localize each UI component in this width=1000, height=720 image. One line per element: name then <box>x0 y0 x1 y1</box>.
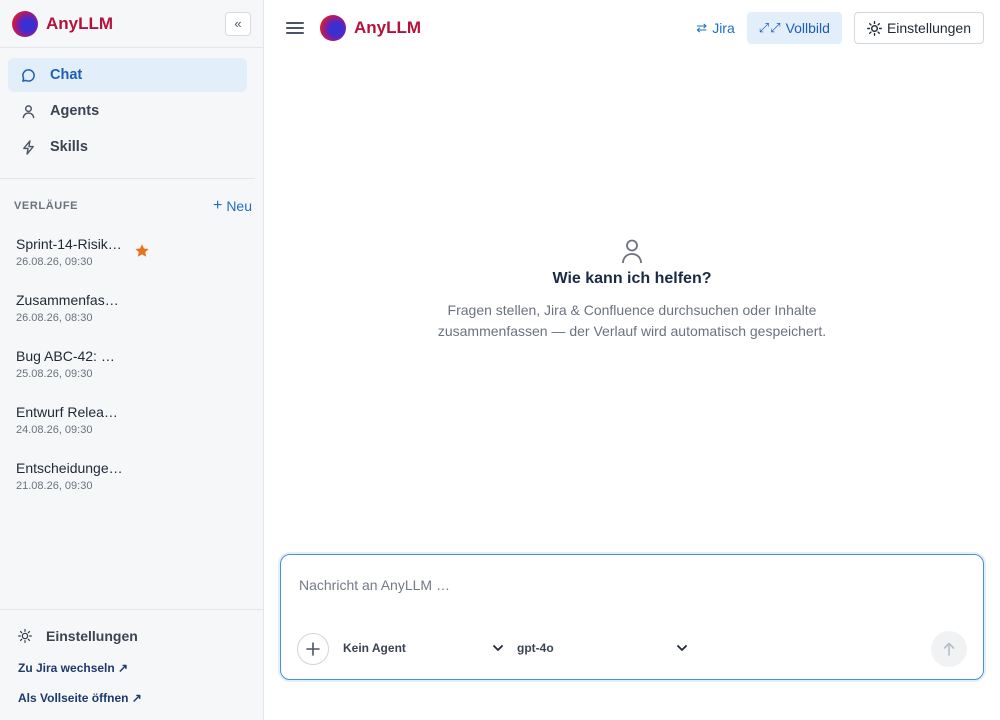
arrow-up-icon <box>943 642 955 656</box>
history-header: VERLÄUFE + Neu <box>0 179 263 215</box>
switch-to-jira-link[interactable]: Zu Jira wechseln ↗ <box>18 661 247 675</box>
sidebar-item-label: Agents <box>50 103 100 119</box>
topbar-actions: ⇄ Jira ⤢⤢ Vollbild Einstellungen <box>696 12 984 44</box>
history-item-title: Entwurf Relea… <box>16 404 118 420</box>
history-item-date: 26.08.26, 09:30 <box>16 256 93 268</box>
sidebar-header: AnyLLM « <box>0 0 263 48</box>
history-item[interactable]: Sprint-14-Risik… 26.08.26, 09:30 <box>0 229 263 285</box>
sidebar-settings-button[interactable]: Einstellungen <box>18 624 247 648</box>
gear-icon <box>18 629 32 643</box>
menu-icon[interactable] <box>286 22 304 34</box>
agent-select[interactable]: Kein Agent <box>343 641 503 655</box>
agent-select-value: Kein Agent <box>343 641 406 655</box>
main-area: AnyLLM ⇄ Jira ⤢⤢ Vollbild Einstellungen … <box>264 0 1000 720</box>
model-select-value: gpt-4o <box>517 641 554 655</box>
lightning-icon <box>20 139 36 155</box>
history-item[interactable]: Zusammenfas… 26.08.26, 08:30 <box>0 285 263 341</box>
fullscreen-label: Vollbild <box>785 20 830 36</box>
new-chat-button[interactable]: + Neu <box>213 197 252 215</box>
model-select[interactable]: gpt-4o <box>517 641 687 655</box>
history-item-date: 26.08.26, 08:30 <box>16 312 93 324</box>
history-item-title: Sprint-14-Risik… <box>16 236 122 252</box>
history-item-date: 25.08.26, 09:30 <box>16 368 93 380</box>
fullscreen-button[interactable]: ⤢⤢ Vollbild <box>746 12 842 44</box>
plus-icon <box>306 642 320 656</box>
empty-state-description: Fragen stellen, Jira & Confluence durchs… <box>264 300 1000 342</box>
history-item[interactable]: Bug ABC-42: … 25.08.26, 09:30 <box>0 341 263 397</box>
sidebar-item-chat[interactable]: Chat <box>8 58 247 92</box>
open-fullpage-link[interactable]: Als Vollseite öffnen ↗ <box>18 691 247 705</box>
history-list: Sprint-14-Risik… 26.08.26, 09:30 Zusamme… <box>0 229 263 509</box>
history-item[interactable]: Entwurf Relea… 24.08.26, 09:30 <box>0 397 263 453</box>
empty-state-description-line: zusammenfassen — der Verlauf wird automa… <box>437 323 827 339</box>
history-item-date: 21.08.26, 09:30 <box>16 480 93 492</box>
chevron-down-icon <box>677 644 687 651</box>
history-item-title: Entscheidunge… <box>16 460 123 476</box>
message-composer: Kein Agent gpt-4o <box>280 554 984 680</box>
history-item-title: Zusammenfas… <box>16 292 119 308</box>
sidebar-footer: Einstellungen Zu Jira wechseln ↗ Als Vol… <box>0 609 263 720</box>
send-button[interactable] <box>931 631 967 667</box>
sidebar-nav: Chat Agents Skills <box>0 48 255 179</box>
anyllm-logo <box>12 10 38 37</box>
plus-icon: + <box>212 197 223 214</box>
history-item-title: Bug ABC-42: … <box>16 348 115 364</box>
add-attachment-button[interactable] <box>297 633 329 665</box>
expand-icon: ⤢⤢ <box>758 20 782 35</box>
swap-arrows-icon: ⇄ <box>696 20 708 35</box>
star-icon[interactable] <box>134 243 150 264</box>
user-icon <box>264 238 1000 264</box>
message-input[interactable] <box>299 577 919 593</box>
collapse-sidebar-button[interactable]: « <box>225 11 251 36</box>
history-title: VERLÄUFE <box>14 200 79 212</box>
user-icon <box>20 103 36 119</box>
sidebar-item-label: Skills <box>50 139 88 155</box>
sidebar-settings-label: Einstellungen <box>46 628 138 644</box>
topbar-brand-name: AnyLLM <box>354 18 422 37</box>
history-item-date: 24.08.26, 09:30 <box>16 424 93 436</box>
empty-state: Wie kann ich helfen? Fragen stellen, Jir… <box>264 238 1000 342</box>
jira-label: Jira <box>712 20 735 36</box>
sidebar-item-label: Chat <box>50 67 83 83</box>
sidebar: AnyLLM « Chat Agents Skills VERLÄUFE + N… <box>0 0 264 720</box>
anyllm-logo <box>320 15 346 41</box>
settings-button[interactable]: Einstellungen <box>853 12 984 44</box>
gear-icon <box>866 20 882 36</box>
history-item[interactable]: Entscheidunge… 21.08.26, 09:30 <box>0 453 263 509</box>
empty-state-title: Wie kann ich helfen? <box>552 270 712 287</box>
jira-button[interactable]: ⇄ Jira <box>696 20 734 36</box>
settings-label: Einstellungen <box>886 20 971 36</box>
chevron-down-icon <box>493 644 503 651</box>
sidebar-item-skills[interactable]: Skills <box>8 130 247 164</box>
sidebar-item-agents[interactable]: Agents <box>8 94 247 128</box>
topbar: AnyLLM ⇄ Jira ⤢⤢ Vollbild Einstellungen <box>264 0 1000 56</box>
new-chat-label: Neu <box>226 198 252 214</box>
chat-bubble-icon <box>20 67 36 83</box>
empty-state-description-line: Fragen stellen, Jira & Confluence durchs… <box>447 302 817 318</box>
brand-name: AnyLLM <box>46 13 114 33</box>
